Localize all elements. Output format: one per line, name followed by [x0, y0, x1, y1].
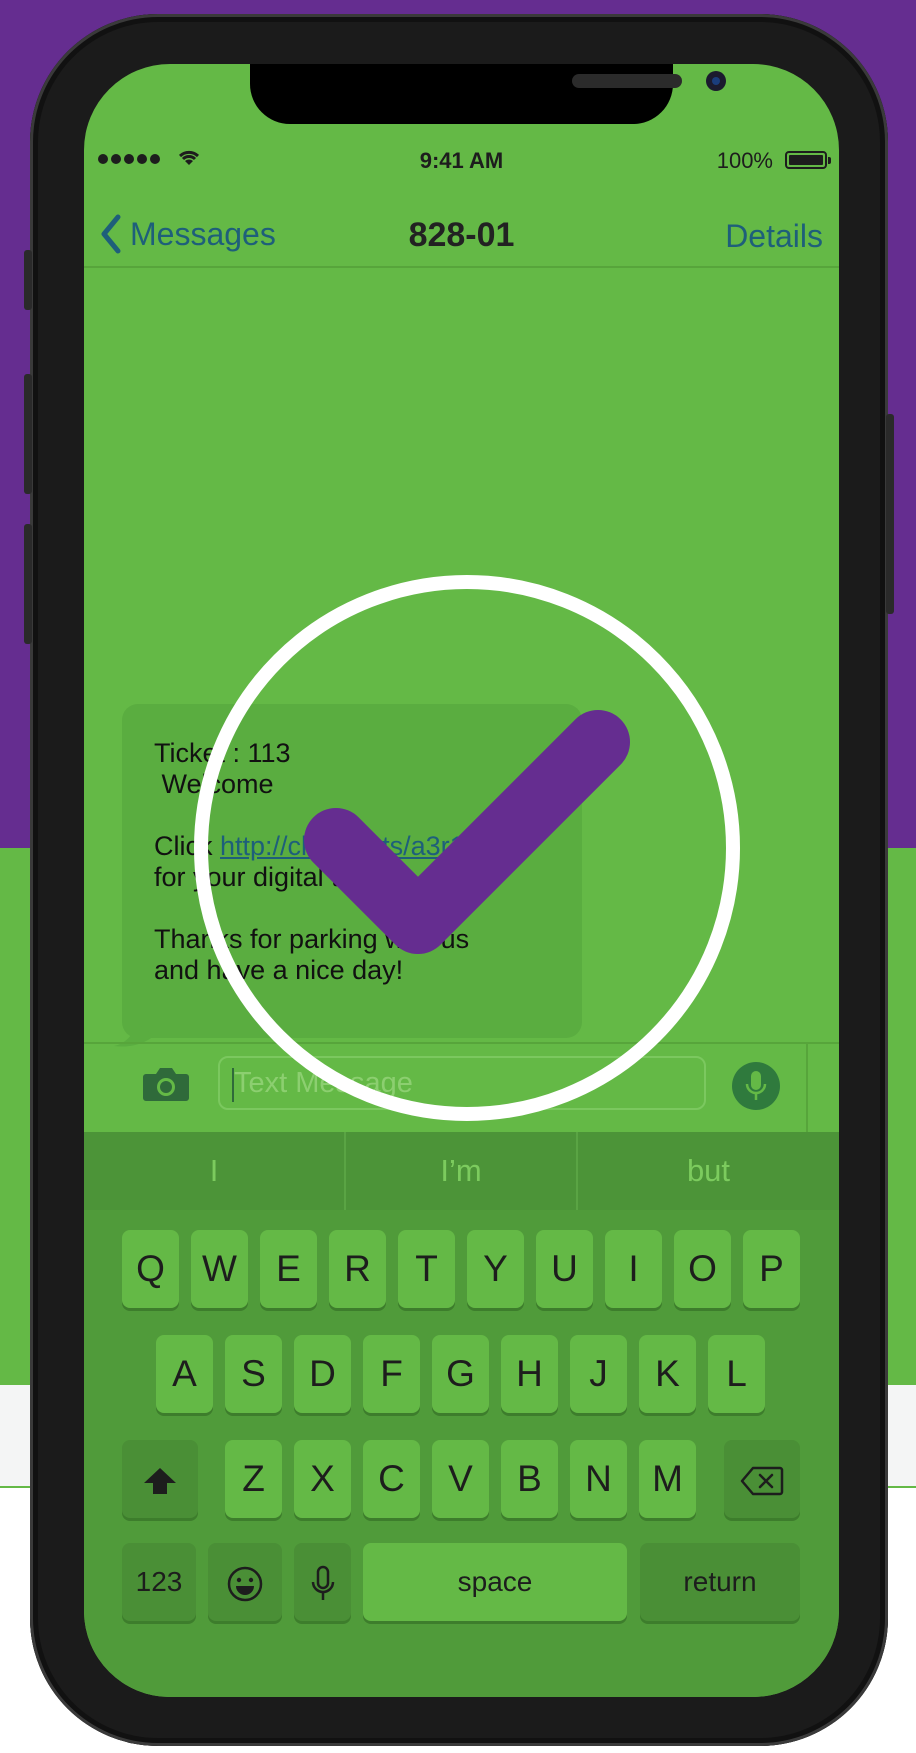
- key-y[interactable]: Y: [467, 1230, 524, 1308]
- key-s[interactable]: S: [225, 1335, 282, 1413]
- key-x[interactable]: X: [294, 1440, 351, 1518]
- shift-icon: [144, 1468, 176, 1495]
- return-key[interactable]: return: [640, 1543, 800, 1621]
- speaker-grille: [572, 74, 682, 88]
- key-h[interactable]: H: [501, 1335, 558, 1413]
- suggestion-1[interactable]: I: [84, 1132, 344, 1210]
- dictation-key[interactable]: [294, 1543, 351, 1621]
- key-e[interactable]: E: [260, 1230, 317, 1308]
- input-divider: [806, 1044, 808, 1132]
- details-button[interactable]: Details: [725, 218, 823, 255]
- key-f[interactable]: F: [363, 1335, 420, 1413]
- key-j[interactable]: J: [570, 1335, 627, 1413]
- key-z[interactable]: Z: [225, 1440, 282, 1518]
- key-u[interactable]: U: [536, 1230, 593, 1308]
- key-d[interactable]: D: [294, 1335, 351, 1413]
- emoji-key[interactable]: [208, 1543, 282, 1621]
- key-q[interactable]: Q: [122, 1230, 179, 1308]
- key-l[interactable]: L: [708, 1335, 765, 1413]
- key-w[interactable]: W: [191, 1230, 248, 1308]
- key-k[interactable]: K: [639, 1335, 696, 1413]
- key-i[interactable]: I: [605, 1230, 662, 1308]
- numbers-key[interactable]: 123: [122, 1543, 196, 1621]
- navigation-bar: Messages 828-01 Details: [84, 198, 839, 268]
- key-m[interactable]: M: [639, 1440, 696, 1518]
- key-b[interactable]: B: [501, 1440, 558, 1518]
- microphone-icon: [311, 1565, 334, 1601]
- mute-switch: [24, 250, 32, 310]
- front-camera: [706, 71, 726, 91]
- space-key[interactable]: space: [363, 1543, 627, 1621]
- key-t[interactable]: T: [398, 1230, 455, 1308]
- predictive-bar: I I’m but: [84, 1132, 839, 1210]
- key-c[interactable]: C: [363, 1440, 420, 1518]
- emoji-icon: [227, 1566, 263, 1602]
- suggestion-3[interactable]: but: [578, 1132, 839, 1210]
- shift-key[interactable]: [122, 1440, 198, 1518]
- key-a[interactable]: A: [156, 1335, 213, 1413]
- success-circle: [194, 575, 740, 1121]
- notch: [250, 64, 726, 124]
- camera-icon[interactable]: [142, 1066, 190, 1102]
- keyboard: Q W E R T Y U I O P A S D F G H J K L Z …: [84, 1210, 839, 1697]
- key-r[interactable]: R: [329, 1230, 386, 1308]
- battery-icon: [785, 151, 831, 169]
- key-g[interactable]: G: [432, 1335, 489, 1413]
- backspace-key[interactable]: [724, 1440, 800, 1518]
- status-bar: 9:41 AM 100%: [84, 144, 839, 178]
- suggestion-2[interactable]: I’m: [346, 1132, 576, 1210]
- key-n[interactable]: N: [570, 1440, 627, 1518]
- key-v[interactable]: V: [432, 1440, 489, 1518]
- dictation-button[interactable]: [732, 1062, 780, 1110]
- battery-percentage: 100%: [716, 148, 773, 173]
- volume-down-button: [24, 524, 32, 644]
- volume-up-button: [24, 374, 32, 494]
- backspace-icon: [740, 1466, 784, 1496]
- key-o[interactable]: O: [674, 1230, 731, 1308]
- microphone-icon: [745, 1071, 767, 1100]
- power-button: [886, 414, 894, 614]
- key-p[interactable]: P: [743, 1230, 800, 1308]
